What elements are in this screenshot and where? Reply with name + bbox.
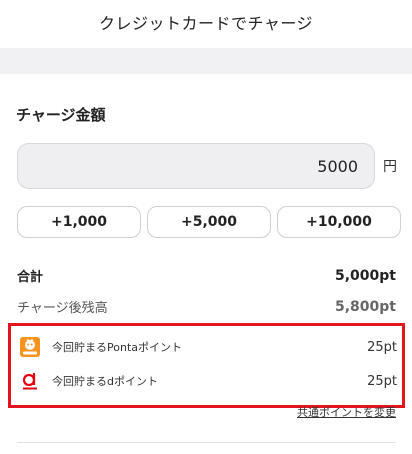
total-row: 合計 5,000pt — [17, 266, 396, 286]
d-point-icon — [20, 371, 40, 391]
add-10000-button[interactable]: +10,000 — [277, 206, 401, 238]
ponta-icon — [20, 337, 40, 357]
page-title: クレジットカードでチャージ — [98, 14, 314, 33]
ponta-points-label: 今回貯まるPontaポイント — [52, 341, 182, 354]
ponta-points-row: 今回貯まるPontaポイント 25pt — [20, 336, 397, 358]
add-1000-button[interactable]: +1,000 — [17, 206, 141, 238]
currency-unit: 円 — [383, 159, 397, 175]
divider — [17, 442, 396, 443]
charge-amount-title: チャージ金額 — [16, 106, 106, 124]
total-label: 合計 — [17, 270, 44, 285]
d-points-label: 今回貯まるdポイント — [52, 375, 158, 388]
charge-amount-value: 5000 — [317, 156, 358, 176]
d-points-row: 今回貯まるdポイント 25pt — [20, 370, 397, 392]
charge-amount-input[interactable]: 5000 — [17, 143, 375, 189]
section-separator — [0, 48, 412, 74]
total-value: 5,000pt — [335, 267, 396, 284]
d-points-value: 25pt — [367, 373, 397, 389]
balance-after-row: チャージ後残高 5,800pt — [17, 297, 396, 317]
balance-after-label: チャージ後残高 — [17, 301, 108, 316]
page-header: クレジットカードでチャージ — [0, 0, 412, 48]
change-common-points-link[interactable]: 共通ポイントを変更 — [297, 404, 396, 420]
add-5000-button[interactable]: +5,000 — [147, 206, 271, 238]
balance-after-value: 5,800pt — [335, 298, 396, 315]
ponta-points-value: 25pt — [367, 339, 397, 355]
amount-field-row: 5000 円 — [17, 143, 397, 189]
quick-amount-buttons: +1,000 +5,000 +10,000 — [17, 206, 409, 238]
